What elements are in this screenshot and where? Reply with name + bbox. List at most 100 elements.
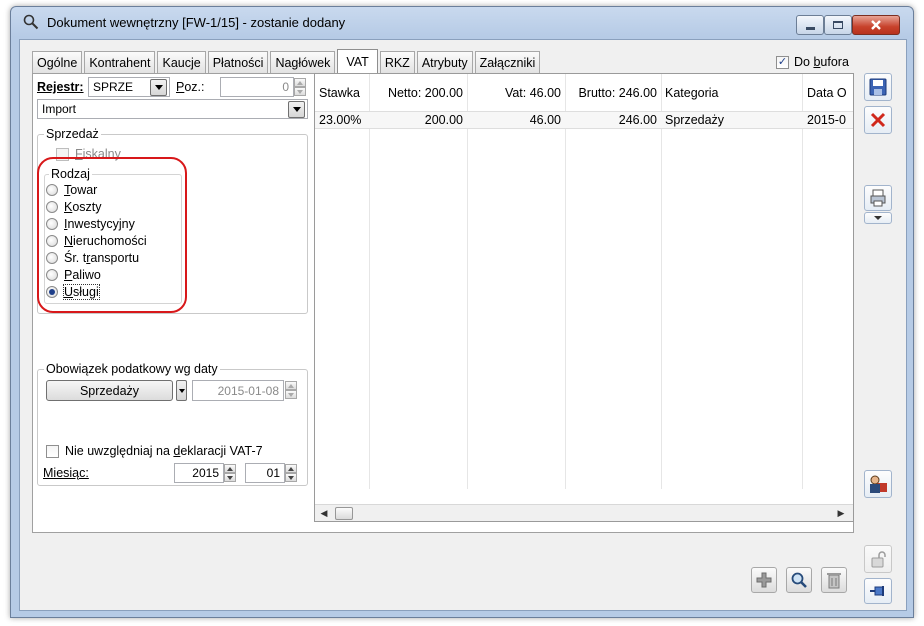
- spin-up[interactable]: [285, 381, 297, 390]
- pin-icon: [870, 586, 884, 596]
- print-button[interactable]: [864, 185, 892, 211]
- do-bufora-label: Do bufora: [794, 55, 849, 69]
- button-label: Sprzedaży: [79, 383, 140, 398]
- arrow-down-icon: [288, 392, 294, 397]
- obowiazek-date-input[interactable]: 2015-01-08: [192, 380, 284, 401]
- cancel-button[interactable]: [864, 106, 892, 134]
- column-header-stawka[interactable]: Stawka: [319, 74, 360, 111]
- column-header-data[interactable]: Data O: [807, 74, 847, 111]
- tab-label: Atrybuty: [421, 55, 468, 70]
- spin-up[interactable]: [294, 78, 306, 87]
- year-spinner[interactable]: [224, 464, 236, 482]
- column-header-brutto[interactable]: Brutto: 246.00: [565, 74, 657, 111]
- arrow-up-icon: [288, 466, 294, 471]
- obowiazek-group-label: Obowiązek podatkowy wg daty: [44, 362, 220, 376]
- user-card-icon: [870, 475, 887, 493]
- preview-button[interactable]: [786, 567, 812, 593]
- minimize-button[interactable]: [796, 15, 824, 35]
- spin-up[interactable]: [224, 464, 236, 473]
- rejestr-dropdown-button[interactable]: [150, 79, 167, 96]
- unlock-button[interactable]: [864, 545, 892, 573]
- vat7-checkbox[interactable]: Nie uwzględniaj na deklaracji VAT-7: [46, 443, 263, 459]
- pin-button[interactable]: [864, 578, 892, 604]
- checkbox-box[interactable]: [46, 444, 59, 458]
- tab-label: Załączniki: [479, 55, 536, 70]
- label-part: ufora: [820, 55, 849, 69]
- save-button[interactable]: [864, 73, 892, 101]
- label-part: Nie uwzględniaj na: [65, 444, 174, 458]
- arrow-up-icon: [227, 466, 233, 471]
- label-part: eklaracji VAT-7: [180, 444, 263, 458]
- cell-text: Sprzedaży: [665, 113, 725, 127]
- year-input[interactable]: 2015: [174, 463, 224, 483]
- contractor-button[interactable]: [864, 470, 892, 498]
- add-button[interactable]: [751, 567, 777, 593]
- tab-atrybuty[interactable]: Atrybuty: [416, 51, 473, 73]
- cell-vat: 46.00: [467, 112, 561, 128]
- sprzedazy-dropdown-button[interactable]: [176, 380, 187, 401]
- rejestr-label: Rejestr:: [37, 78, 84, 96]
- print-dropdown-button[interactable]: [864, 212, 892, 224]
- poz-spinner[interactable]: [294, 78, 306, 96]
- horizontal-scrollbar[interactable]: ◀ ▶: [315, 504, 853, 521]
- tab-kontrahent[interactable]: Kontrahent: [84, 51, 156, 73]
- arrow-up-icon: [297, 80, 303, 85]
- tab-zalaczniki[interactable]: Załączniki: [474, 51, 541, 73]
- tab-label: VAT: [346, 54, 369, 69]
- tab-label: Ogólne: [37, 55, 78, 70]
- tab-ogolne[interactable]: Ogólne: [32, 51, 83, 73]
- scroll-left-button[interactable]: ◀: [317, 507, 331, 520]
- spin-down[interactable]: [285, 473, 297, 482]
- tab-label: Płatności: [212, 55, 264, 70]
- poz-value: 0: [282, 80, 289, 94]
- scroll-thumb[interactable]: [335, 507, 353, 520]
- tab-label: Kaucje: [162, 55, 201, 70]
- tab-rkz[interactable]: RKZ: [379, 51, 415, 73]
- arrow-down-icon: [227, 475, 233, 480]
- date-spinner[interactable]: [285, 381, 297, 399]
- column-header-netto[interactable]: Netto: 200.00: [369, 74, 463, 111]
- spin-down[interactable]: [294, 87, 306, 96]
- cell-brutto: 246.00: [565, 112, 657, 128]
- header-text: Vat: 46.00: [504, 85, 561, 100]
- red-x-icon: [870, 112, 886, 128]
- column-header-kategoria[interactable]: Kategoria: [665, 74, 719, 111]
- minimize-icon: [805, 26, 815, 30]
- delete-button[interactable]: [821, 567, 847, 593]
- window-title: Dokument wewnętrzny [FW-1/15] - zostanie…: [47, 15, 346, 30]
- header-text: Kategoria: [665, 85, 719, 100]
- month-input[interactable]: 01: [245, 463, 285, 483]
- year-value: 2015: [192, 466, 219, 480]
- spin-down[interactable]: [224, 473, 236, 482]
- tab-kaucje[interactable]: Kaucje: [157, 51, 206, 73]
- sprzedazy-button[interactable]: Sprzedaży: [46, 380, 173, 401]
- do-bufora-checkbox[interactable]: ✓ Do bufora: [776, 55, 849, 69]
- label-part: oz.:: [184, 80, 205, 94]
- scroll-right-button[interactable]: ▶: [834, 507, 848, 520]
- arrow-down-icon: [297, 89, 303, 94]
- column-header-vat[interactable]: Vat: 46.00: [467, 74, 561, 111]
- label-text: Miesiąc:: [43, 466, 89, 480]
- close-icon: [871, 20, 881, 30]
- floppy-disk-icon: [869, 78, 887, 96]
- magnifier-icon: [791, 572, 807, 588]
- tab-naglowek[interactable]: Nagłówek: [270, 51, 336, 73]
- arrow-left-icon: ◀: [320, 508, 328, 518]
- header-text: Data O: [807, 85, 847, 100]
- spin-up[interactable]: [285, 464, 297, 473]
- close-button[interactable]: [852, 15, 900, 35]
- month-spinner[interactable]: [285, 464, 297, 482]
- column-divider: [369, 74, 370, 489]
- cell-text: 2015-0: [807, 113, 846, 127]
- tab-platnosci[interactable]: Płatności: [207, 51, 269, 73]
- vat-grid[interactable]: Stawka Netto: 200.00 Vat: 46.00 Brutto: …: [314, 73, 854, 522]
- checkbox-box[interactable]: ✓: [776, 55, 789, 69]
- import-dropdown-button[interactable]: [288, 101, 305, 118]
- label-part: P: [176, 80, 185, 94]
- spin-down[interactable]: [285, 390, 297, 399]
- cell-text: 46.00: [529, 113, 561, 127]
- tab-vat[interactable]: VAT: [337, 49, 378, 73]
- poz-input[interactable]: 0: [220, 77, 294, 97]
- import-select[interactable]: Import: [37, 99, 308, 119]
- maximize-button[interactable]: [824, 15, 852, 35]
